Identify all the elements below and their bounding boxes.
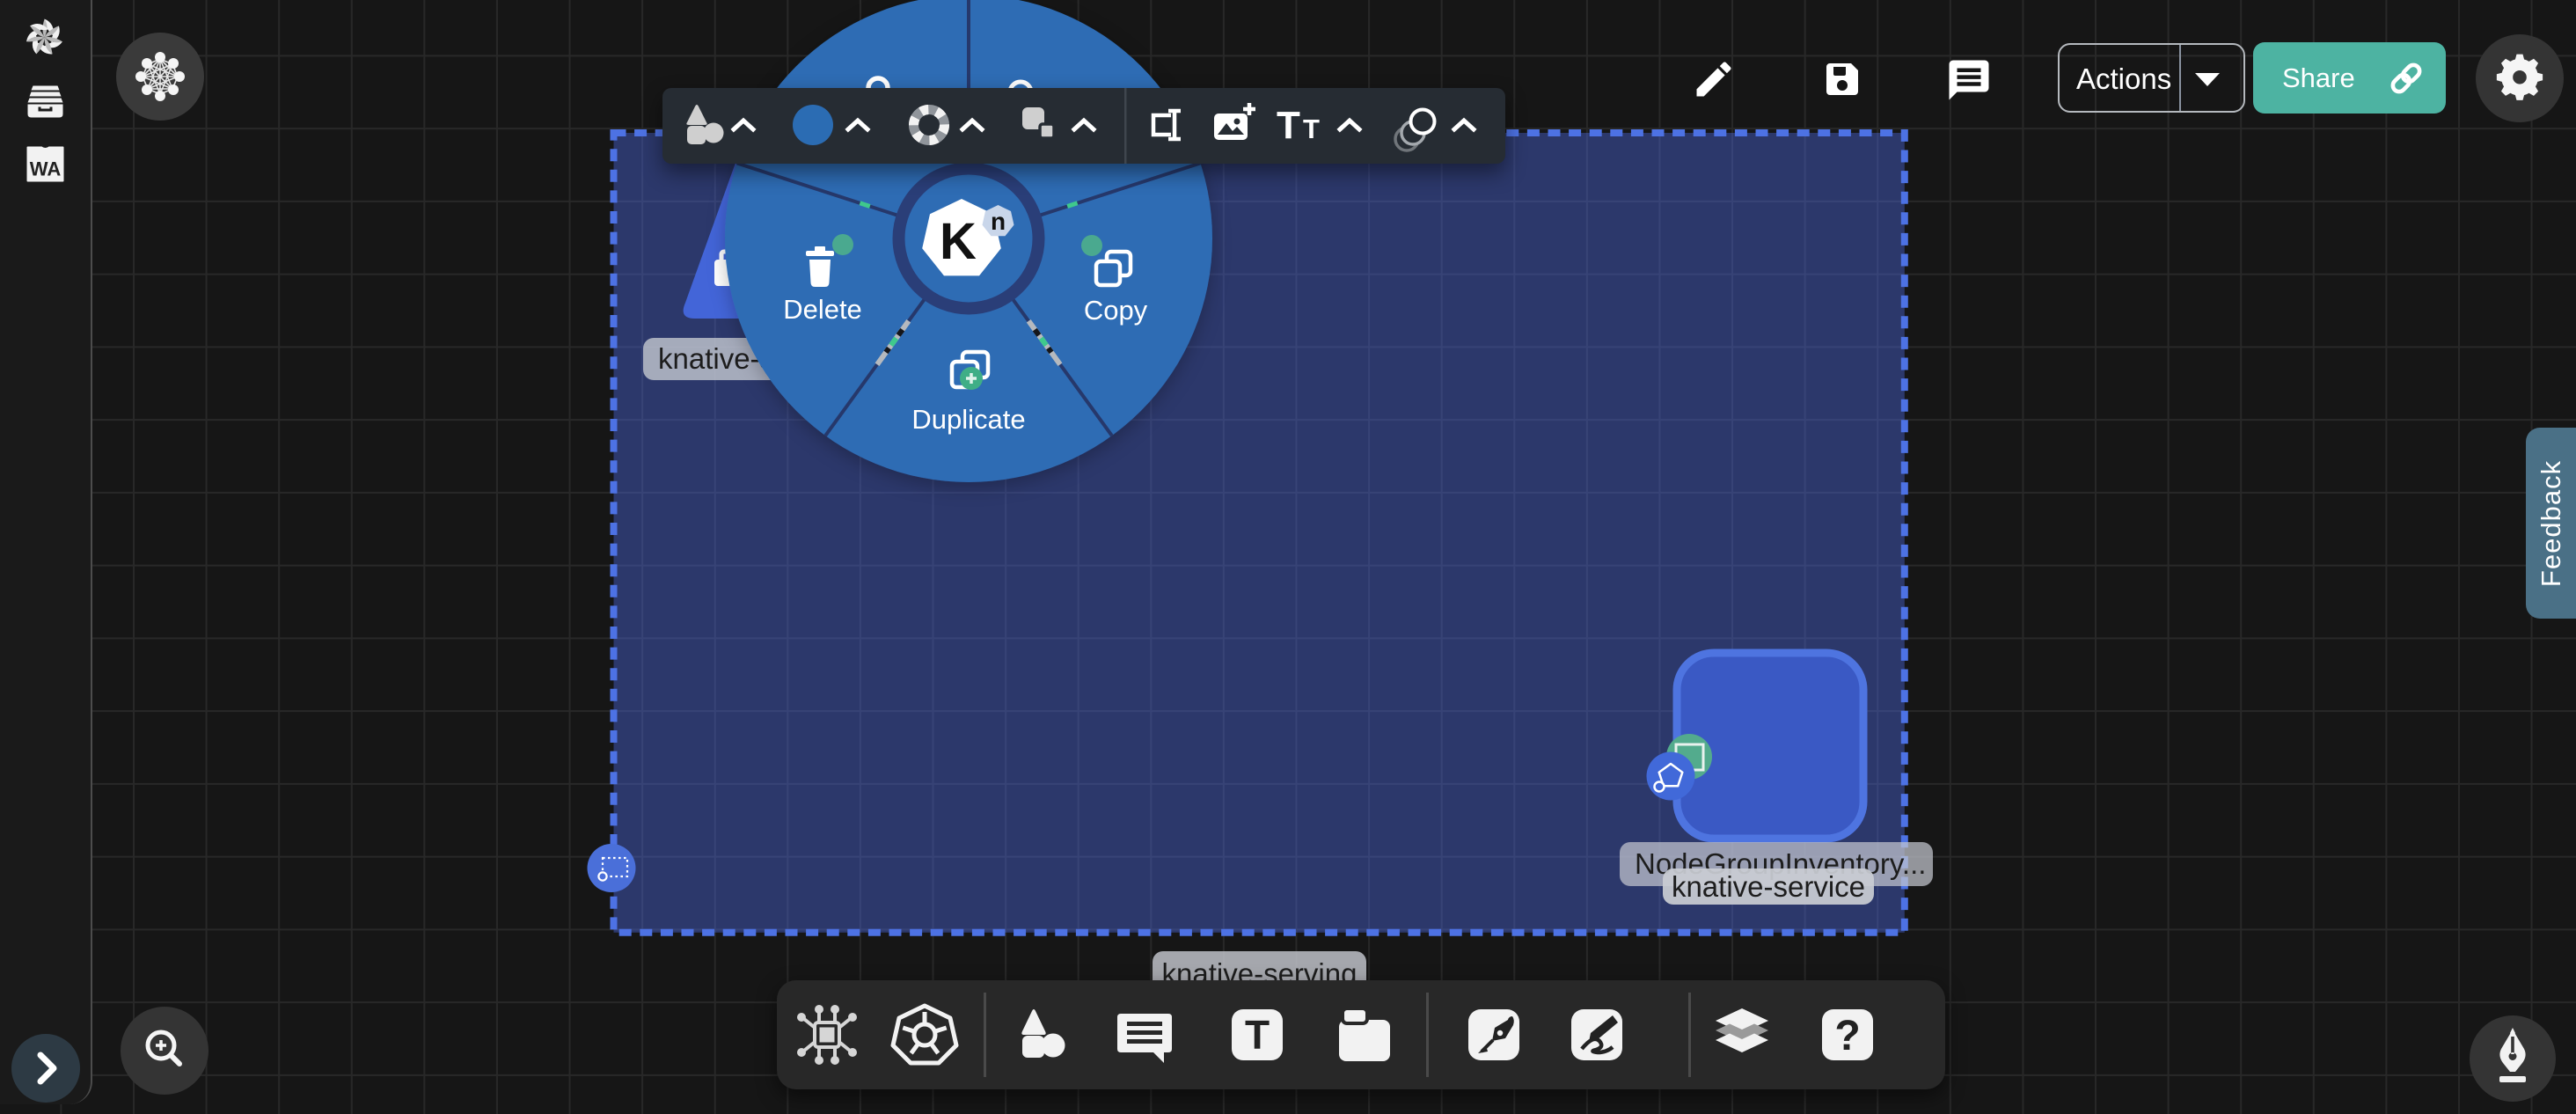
svg-text:T: T bbox=[1303, 114, 1320, 144]
svg-text:Duplicate: Duplicate bbox=[911, 404, 1025, 435]
svg-text:WA: WA bbox=[30, 158, 62, 180]
svg-text:T: T bbox=[1245, 1012, 1270, 1058]
svg-text:?: ? bbox=[1834, 1013, 1860, 1059]
svg-text:n: n bbox=[991, 208, 1006, 235]
svg-text:T: T bbox=[1277, 104, 1300, 147]
svg-text:K: K bbox=[940, 213, 977, 270]
svg-text:Copy: Copy bbox=[1084, 295, 1148, 326]
svg-text:Delete: Delete bbox=[783, 294, 862, 325]
